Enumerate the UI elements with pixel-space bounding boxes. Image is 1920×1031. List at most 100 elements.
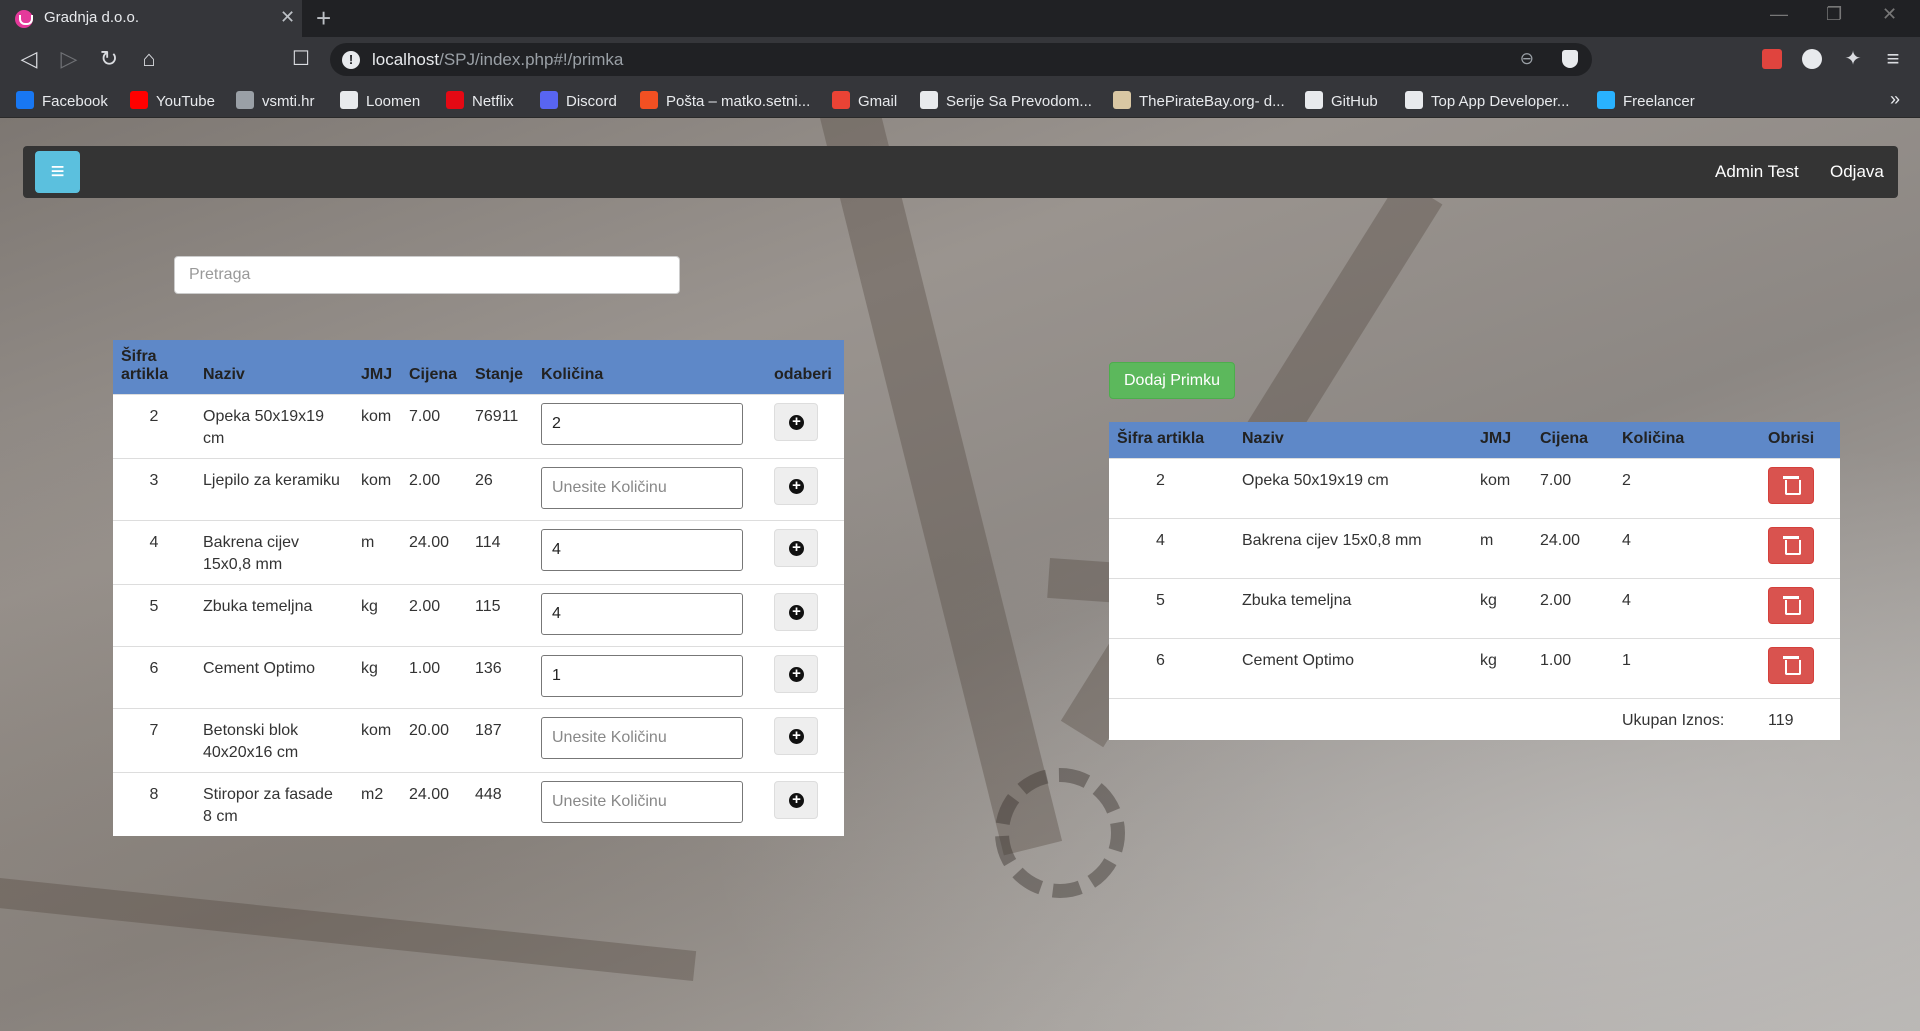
bookmark-item[interactable]: GitHub xyxy=(1305,91,1378,110)
sidebar-toggle-button[interactable]: ≡ xyxy=(35,151,80,193)
cell-stock: 115 xyxy=(467,584,533,647)
bookmark-item[interactable]: Top App Developer... xyxy=(1405,91,1569,110)
url-path: /SPJ/index.php#!/primka xyxy=(439,50,624,69)
add-item-button[interactable] xyxy=(774,593,818,631)
extension-icon[interactable] xyxy=(1762,49,1782,69)
add-item-button[interactable] xyxy=(774,717,818,755)
new-tab-icon[interactable]: + xyxy=(316,3,331,34)
col-header-price: Cijena xyxy=(1532,422,1614,459)
zoom-icon[interactable]: ⊖ xyxy=(1520,49,1534,69)
cell-select xyxy=(766,394,844,459)
col-header-select: odaberi xyxy=(766,340,844,395)
user-link[interactable]: Admin Test xyxy=(1715,162,1799,182)
total-label: Ukupan Iznos: xyxy=(1614,698,1760,740)
total-row: Ukupan Iznos: 119 xyxy=(1109,698,1840,740)
background-beam xyxy=(0,878,697,982)
delete-item-button[interactable] xyxy=(1768,647,1814,684)
back-icon[interactable]: ◁ xyxy=(16,46,42,72)
col-header-qty: Količina xyxy=(1614,422,1760,459)
bookmark-item[interactable]: Loomen xyxy=(340,91,420,110)
cell-select xyxy=(766,584,844,647)
cell-price: 20.00 xyxy=(401,708,467,773)
quantity-input[interactable] xyxy=(541,467,743,509)
cell-unit: kg xyxy=(353,584,401,647)
cell-select xyxy=(766,520,844,585)
delete-item-button[interactable] xyxy=(1768,527,1814,564)
search-input[interactable] xyxy=(174,256,680,294)
more-bookmarks-icon[interactable]: » xyxy=(1890,89,1900,110)
quantity-input[interactable] xyxy=(541,529,743,571)
bookmark-label: Discord xyxy=(566,93,617,110)
logout-link[interactable]: Odjava xyxy=(1830,162,1884,182)
table-row: 8 Stiropor za fasade 8 cm m2 24.00 448 xyxy=(113,772,844,836)
brave-shield-icon[interactable] xyxy=(1562,50,1578,68)
maximize-icon[interactable]: ❐ xyxy=(1826,4,1842,25)
quantity-input[interactable] xyxy=(541,655,743,697)
bookmark-favicon-icon xyxy=(540,91,558,109)
bookmark-label: GitHub xyxy=(1331,93,1378,110)
bookmark-item[interactable]: Netflix xyxy=(446,91,514,110)
cell-qty: 4 xyxy=(1614,518,1760,579)
profile-icon[interactable] xyxy=(1802,49,1822,69)
minimize-icon[interactable]: — xyxy=(1770,4,1788,25)
quantity-input[interactable] xyxy=(541,593,743,635)
quantity-input[interactable] xyxy=(541,717,743,759)
url-host: localhost xyxy=(372,50,440,69)
close-tab-icon[interactable]: ✕ xyxy=(280,7,295,28)
cell-name: Bakrena cijev 15x0,8 mm xyxy=(195,520,353,585)
address-bar[interactable]: ! localhost/SPJ/index.php#!/primka ⊖ xyxy=(330,43,1592,76)
cell-price: 2.00 xyxy=(401,458,467,521)
quantity-input[interactable] xyxy=(541,781,743,823)
bookmark-item[interactable]: Gmail xyxy=(832,91,897,110)
cell-name: Zbuka temeljna xyxy=(195,584,353,647)
home-icon[interactable]: ⌂ xyxy=(136,46,162,72)
extensions-puzzle-icon[interactable]: ✦ xyxy=(1840,46,1866,71)
bookmark-favicon-icon xyxy=(16,91,34,109)
window-close-icon[interactable]: ✕ xyxy=(1882,4,1897,25)
forward-icon[interactable]: ▷ xyxy=(56,46,82,72)
delete-item-button[interactable] xyxy=(1768,587,1814,624)
add-item-button[interactable] xyxy=(774,403,818,441)
browser-toolbar: ◁ ▷ ↻ ⌂ ☐ ! localhost/SPJ/index.php#!/pr… xyxy=(0,37,1920,82)
bookmark-label: Pošta – matko.setni... xyxy=(666,93,811,110)
bookmark-item[interactable]: Serije Sa Prevodom... xyxy=(920,91,1092,110)
delete-item-button[interactable] xyxy=(1768,467,1814,504)
table-row: 3 Ljepilo za keramiku kom 2.00 26 xyxy=(113,458,844,521)
add-item-button[interactable] xyxy=(774,467,818,505)
cell-delete xyxy=(1760,578,1840,639)
page: ≡ Admin Test Odjava Šifra artikla Naziv … xyxy=(0,118,1920,1031)
bookmark-item[interactable]: Facebook xyxy=(16,91,108,110)
bookmark-label: Loomen xyxy=(366,93,421,110)
site-info-icon[interactable]: ! xyxy=(342,51,360,69)
bookmark-icon[interactable]: ☐ xyxy=(288,46,314,71)
bookmark-item[interactable]: Discord xyxy=(540,91,617,110)
bookmark-item[interactable]: Pošta – matko.setni... xyxy=(640,91,810,110)
cell-id: 6 xyxy=(1109,638,1234,699)
browser-tab[interactable]: Gradnja d.o.o. ✕ xyxy=(0,0,302,37)
quantity-input[interactable] xyxy=(541,403,743,445)
cell-delete xyxy=(1760,458,1840,519)
add-item-button[interactable] xyxy=(774,529,818,567)
bookmark-label: Gmail xyxy=(858,93,898,110)
cell-name: Stiropor za fasade 8 cm xyxy=(195,772,353,836)
total-value: 119 xyxy=(1760,698,1840,740)
cell-unit: kom xyxy=(353,394,401,459)
bookmark-item[interactable]: vsmti.hr xyxy=(236,91,315,110)
add-receipt-button[interactable]: Dodaj Primku xyxy=(1109,362,1235,399)
cell-price: 24.00 xyxy=(1532,518,1614,579)
menu-icon[interactable]: ≡ xyxy=(1880,46,1906,72)
bookmark-item[interactable]: Freelancer xyxy=(1597,91,1695,110)
bookmark-favicon-icon xyxy=(1305,91,1323,109)
bookmark-item[interactable]: ThePirateBay.org- d... xyxy=(1113,91,1285,110)
bookmark-item[interactable]: YouTube xyxy=(130,91,215,110)
bookmarks-bar: » Facebook YouTube vsmti.hr Loomen Netflix Di… xyxy=(0,82,1920,118)
reload-icon[interactable]: ↻ xyxy=(96,46,122,72)
col-header-id: Šifra artikla xyxy=(113,340,195,395)
table-row: 2 Opeka 50x19x19 cm kom 7.00 2 xyxy=(1109,458,1840,519)
cell-delete xyxy=(1760,518,1840,579)
add-item-button[interactable] xyxy=(774,781,818,819)
bookmark-favicon-icon xyxy=(832,91,850,109)
table-row: 6 Cement Optimo kg 1.00 136 xyxy=(113,646,844,709)
add-item-button[interactable] xyxy=(774,655,818,693)
cell-price: 2.00 xyxy=(401,584,467,647)
